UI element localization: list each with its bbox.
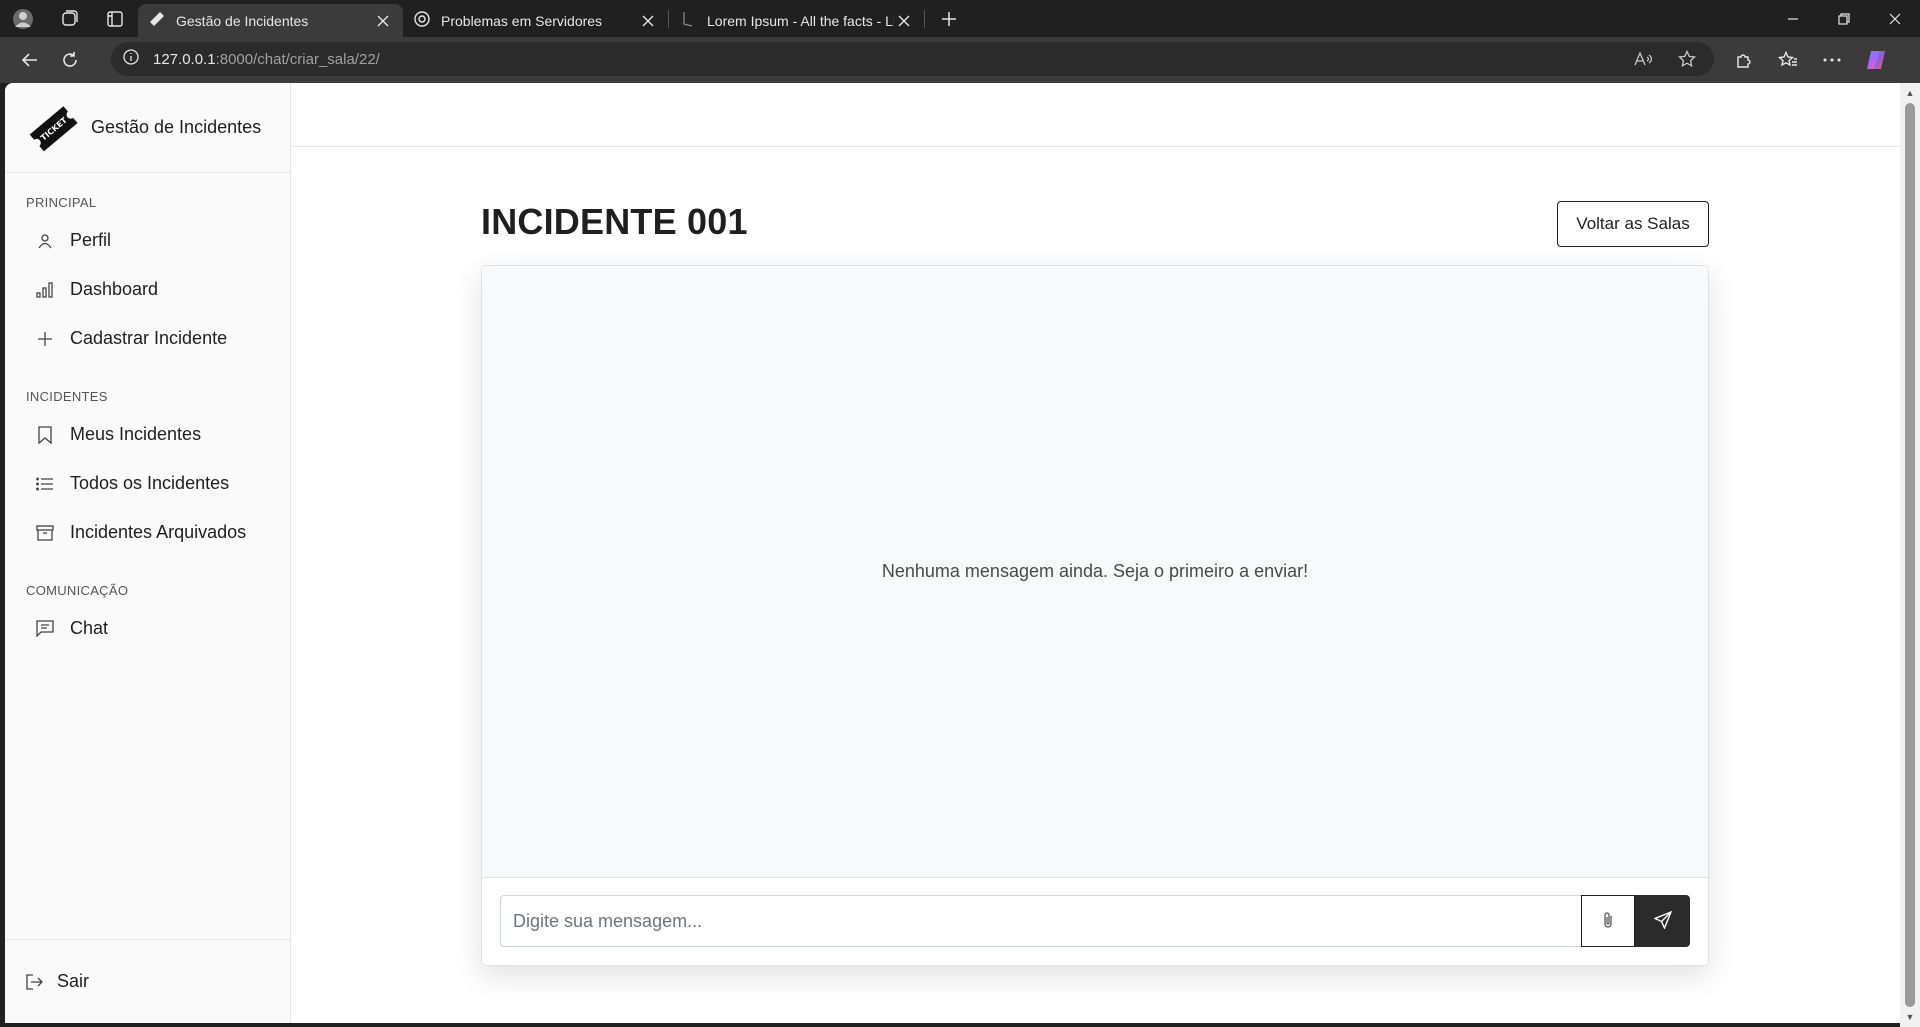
sidebar-item-label: Meus Incidentes xyxy=(70,424,202,444)
user-icon xyxy=(35,231,55,251)
sidebar-item-incidentes-arquivados[interactable]: Incidentes Arquivados xyxy=(5,508,290,557)
tab-title: Problemas em Servidores xyxy=(441,12,603,29)
favorite-star-icon[interactable] xyxy=(1672,44,1702,74)
minimize-icon[interactable] xyxy=(1767,0,1818,37)
tab-title: Lorem Ipsum - All the facts - Lipsum xyxy=(707,12,894,29)
sidebar-item-todos-incidentes[interactable]: Todos os Incidentes xyxy=(5,459,290,508)
lipsum-icon xyxy=(679,10,697,31)
sidebar: TICKET Gestão de Incidentes PRINCIPAL Pe… xyxy=(5,83,291,1023)
page-viewport: TICKET Gestão de Incidentes PRINCIPAL Pe… xyxy=(5,83,1900,1023)
close-icon[interactable] xyxy=(894,11,914,31)
brand-name: Gestão de Incidentes xyxy=(91,117,262,137)
send-button[interactable] xyxy=(1635,895,1690,947)
chat-card: Nenhuma mensagem ainda. Seja o primeiro … xyxy=(481,265,1709,966)
workspaces-icon[interactable] xyxy=(46,0,92,37)
tab-separator xyxy=(924,9,925,28)
page-scrollbar[interactable]: ▲ ▼ xyxy=(1900,83,1920,1027)
bar-chart-icon xyxy=(35,280,55,300)
logout-icon xyxy=(25,972,45,992)
chatgpt-icon xyxy=(413,10,431,31)
scrollbar-thumb[interactable] xyxy=(1905,103,1915,1007)
new-tab-button[interactable] xyxy=(931,0,967,37)
paperclip-icon xyxy=(1602,911,1614,932)
empty-messages-text: Nenhuma mensagem ainda. Seja o primeiro … xyxy=(881,561,1309,581)
sidebar-item-label: Todos os Incidentes xyxy=(70,473,230,493)
browser-tab-bar: Gestão de Incidentes Problemas em Servid… xyxy=(0,0,1920,37)
sidebar-item-label: Chat xyxy=(70,618,109,638)
sidebar-item-label: Incidentes Arquivados xyxy=(70,522,247,542)
sidebar-item-label: Perfil xyxy=(70,230,112,250)
section-principal: PRINCIPAL xyxy=(26,195,97,210)
list-icon xyxy=(35,474,55,494)
sidebar-item-cadastrar-incidente[interactable]: Cadastrar Incidente xyxy=(5,314,290,363)
more-options-icon[interactable] xyxy=(1810,40,1854,80)
url-text[interactable]: 127.0.0.1:8000/chat/criar_sala/22/ xyxy=(153,51,380,68)
top-navbar xyxy=(292,83,1900,147)
close-icon[interactable] xyxy=(638,11,658,31)
profile-avatar[interactable] xyxy=(0,0,46,37)
sidebar-item-dashboard[interactable]: Dashboard xyxy=(5,265,290,314)
favorites-icon[interactable] xyxy=(1766,40,1810,80)
logout-label: Sair xyxy=(57,971,90,991)
sidebar-item-label: Dashboard xyxy=(70,279,159,299)
ticket-logo-icon: TICKET xyxy=(29,105,78,151)
archive-icon xyxy=(35,523,55,543)
read-aloud-icon[interactable] xyxy=(1628,44,1658,74)
tab-lorem[interactable]: Lorem Ipsum - All the facts - Lipsum xyxy=(669,4,924,37)
tab-title: Gestão de Incidentes xyxy=(176,12,309,29)
sidebar-item-chat[interactable]: Chat xyxy=(5,604,290,653)
brand[interactable]: TICKET Gestão de Incidentes xyxy=(5,83,290,173)
logout-button[interactable]: Sair xyxy=(5,939,291,1023)
send-icon xyxy=(1652,910,1672,932)
tab-actions-icon[interactable] xyxy=(92,0,138,37)
info-icon[interactable] xyxy=(123,48,139,70)
messages-area[interactable]: Nenhuma mensagem ainda. Seja o primeiro … xyxy=(482,266,1708,878)
bookmark-icon xyxy=(35,425,55,445)
refresh-icon[interactable] xyxy=(50,40,90,80)
scroll-up-icon[interactable]: ▲ xyxy=(1905,88,1915,98)
back-to-rooms-button[interactable]: Voltar as Salas xyxy=(1557,201,1709,247)
section-incidentes: INCIDENTES xyxy=(26,389,108,404)
message-composer xyxy=(500,895,1690,947)
copilot-icon[interactable] xyxy=(1854,40,1898,80)
ticket-icon xyxy=(148,10,166,31)
section-comunicacao: COMUNICAÇÃO xyxy=(26,583,129,598)
browser-toolbar: 127.0.0.1:8000/chat/criar_sala/22/ xyxy=(0,37,1920,83)
address-bar[interactable]: 127.0.0.1:8000/chat/criar_sala/22/ xyxy=(111,42,1714,76)
sidebar-item-perfil[interactable]: Perfil xyxy=(5,216,290,265)
extensions-icon[interactable] xyxy=(1722,40,1766,80)
close-window-icon[interactable] xyxy=(1869,0,1920,37)
tab-gestao[interactable]: Gestão de Incidentes xyxy=(138,4,403,37)
tab-problemas[interactable]: Problemas em Servidores xyxy=(403,4,668,37)
url-path: :8000/chat/criar_sala/22/ xyxy=(215,50,380,68)
plus-icon xyxy=(35,329,55,349)
url-host: 127.0.0.1 xyxy=(153,50,216,68)
window-controls xyxy=(1767,0,1920,37)
page-title: INCIDENTE 001 xyxy=(481,201,748,242)
sidebar-item-label: Cadastrar Incidente xyxy=(70,328,228,348)
attach-button[interactable] xyxy=(1581,895,1635,947)
back-icon[interactable] xyxy=(10,40,50,80)
message-input[interactable] xyxy=(500,895,1581,947)
chat-icon xyxy=(35,619,55,639)
close-icon[interactable] xyxy=(373,11,393,31)
restore-icon[interactable] xyxy=(1818,0,1869,37)
scroll-down-icon[interactable]: ▼ xyxy=(1905,1012,1915,1022)
sidebar-item-meus-incidentes[interactable]: Meus Incidentes xyxy=(5,410,290,459)
